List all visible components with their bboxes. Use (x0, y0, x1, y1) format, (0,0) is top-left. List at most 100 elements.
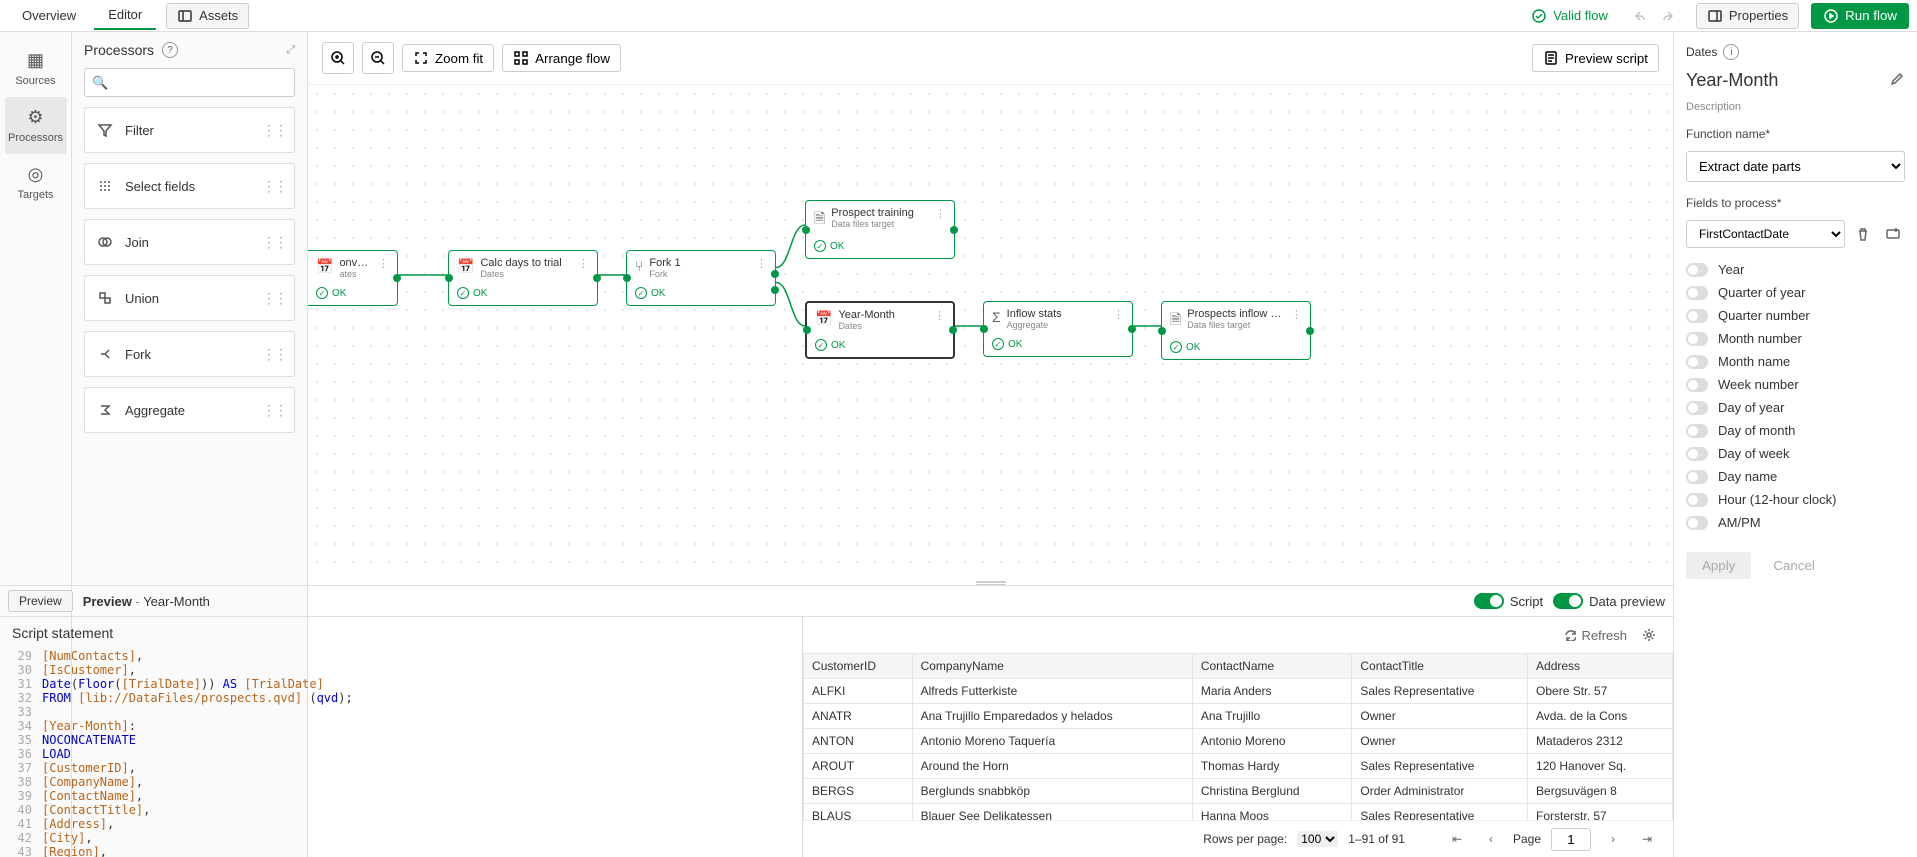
toggle-switch[interactable] (1686, 424, 1708, 438)
input-port[interactable] (803, 326, 811, 334)
node-calc[interactable]: 📅Calc days to trialDates⋮✓OK (448, 250, 598, 306)
code-editor[interactable]: 29 [NumContacts],30 [IsCustomer],31 Date… (0, 649, 802, 857)
apply-button[interactable]: Apply (1686, 552, 1751, 579)
option-day-of-week[interactable]: Day of week (1686, 442, 1905, 465)
toggle-switch[interactable] (1686, 286, 1708, 300)
next-page-button[interactable]: › (1601, 827, 1625, 851)
option-year[interactable]: Year (1686, 258, 1905, 281)
preview-chip[interactable]: Preview (8, 590, 73, 612)
option-month-number[interactable]: Month number (1686, 327, 1905, 350)
option-day-of-year[interactable]: Day of year (1686, 396, 1905, 419)
help-icon[interactable]: ? (162, 42, 178, 58)
toggle-switch[interactable] (1686, 447, 1708, 461)
input-port[interactable] (445, 274, 453, 282)
processor-filter[interactable]: Filter⋮⋮ (84, 107, 295, 153)
help-icon[interactable]: i (1723, 44, 1739, 60)
node-convert[interactable]: 📅onvert to datesates⋮✓OK (308, 250, 398, 306)
rail-processors[interactable]: ⚙ Processors (5, 97, 67, 154)
table-row[interactable]: AROUTAround the HornThomas HardySales Re… (804, 754, 1673, 779)
option-month-name[interactable]: Month name (1686, 350, 1905, 373)
input-port[interactable] (623, 274, 631, 282)
column-header[interactable]: Address (1528, 654, 1673, 679)
option-am-pm[interactable]: AM/PM (1686, 511, 1905, 534)
toggle-switch[interactable] (1686, 516, 1708, 530)
redo-button[interactable] (1656, 2, 1684, 30)
option-quarter-of-year[interactable]: Quarter of year (1686, 281, 1905, 304)
processor-aggregate[interactable]: Aggregate⋮⋮ (84, 387, 295, 433)
toggle-switch[interactable] (1686, 332, 1708, 346)
properties-button[interactable]: Properties (1696, 3, 1799, 29)
toggle-switch[interactable] (1686, 401, 1708, 415)
table-row[interactable]: ANTONAntonio Moreno TaqueríaAntonio More… (804, 729, 1673, 754)
processor-union[interactable]: Union⋮⋮ (84, 275, 295, 321)
preview-script-button[interactable]: Preview script (1532, 44, 1659, 72)
column-header[interactable]: ContactTitle (1352, 654, 1528, 679)
option-hour-12-hour-clock-[interactable]: Hour (12-hour clock) (1686, 488, 1905, 511)
node-inflow[interactable]: ΣInflow statsAggregate⋮✓OK (983, 301, 1133, 357)
output-port[interactable] (1128, 325, 1136, 333)
node-menu-button[interactable]: ⋮ (378, 257, 389, 270)
output-port[interactable] (949, 326, 957, 334)
node-menu-button[interactable]: ⋮ (578, 257, 589, 270)
table-settings-button[interactable] (1637, 623, 1661, 647)
rows-per-page-select[interactable]: 100 (1297, 831, 1338, 847)
toggle-switch[interactable] (1686, 493, 1708, 507)
table-row[interactable]: ANATRAna Trujillo Emparedados y heladosA… (804, 704, 1673, 729)
toggle-switch[interactable] (1686, 470, 1708, 484)
input-port[interactable] (802, 226, 810, 234)
tab-editor[interactable]: Editor (94, 1, 156, 30)
output-port[interactable] (1306, 327, 1314, 335)
node-prospect[interactable]: 🗎Prospect trainingData files target⋮✓OK (805, 200, 955, 259)
delete-field-button[interactable] (1851, 222, 1875, 246)
undo-button[interactable] (1624, 2, 1652, 30)
option-quarter-number[interactable]: Quarter number (1686, 304, 1905, 327)
toggle-switch[interactable] (1686, 355, 1708, 369)
node-menu-button[interactable]: ⋮ (934, 309, 945, 322)
output-port[interactable] (593, 274, 601, 282)
cancel-button[interactable]: Cancel (1761, 552, 1827, 579)
assets-button[interactable]: Assets (166, 3, 249, 29)
toggle-switch[interactable] (1686, 263, 1708, 277)
processor-join[interactable]: Join⋮⋮ (84, 219, 295, 265)
processor-select[interactable]: Select fields⋮⋮ (84, 163, 295, 209)
output-port-1[interactable] (771, 270, 779, 278)
script-toggle[interactable]: Script (1474, 593, 1543, 609)
page-input[interactable] (1551, 828, 1591, 851)
edit-title-button[interactable] (1889, 71, 1905, 90)
data-preview-toggle[interactable]: Data preview (1553, 593, 1665, 609)
tab-overview[interactable]: Overview (8, 2, 90, 29)
column-header[interactable]: ContactName (1192, 654, 1352, 679)
first-page-button[interactable]: ⇤ (1445, 827, 1469, 851)
rail-targets[interactable]: ◎ Targets (5, 154, 67, 211)
output-port[interactable] (393, 274, 401, 282)
prev-page-button[interactable]: ‹ (1479, 827, 1503, 851)
run-flow-button[interactable]: Run flow (1811, 3, 1909, 29)
node-menu-button[interactable]: ⋮ (935, 207, 946, 220)
field-select[interactable]: FirstContactDate (1686, 220, 1845, 248)
collapse-icon[interactable]: ⤢ (286, 44, 295, 57)
add-field-button[interactable] (1881, 222, 1905, 246)
table-row[interactable]: ALFKIAlfreds FutterkisteMaria AndersSale… (804, 679, 1673, 704)
processor-fork[interactable]: Fork⋮⋮ (84, 331, 295, 377)
zoom-in-button[interactable] (322, 42, 354, 74)
zoom-fit-button[interactable]: Zoom fit (402, 44, 494, 72)
node-yearmonth[interactable]: 📅Year-MonthDates⋮✓OK (805, 301, 955, 359)
table-row[interactable]: BLAUSBlauer See DelikatessenHanna MoosSa… (804, 804, 1673, 821)
option-day-of-month[interactable]: Day of month (1686, 419, 1905, 442)
toggle-switch[interactable] (1686, 378, 1708, 392)
column-header[interactable]: CustomerID (804, 654, 913, 679)
node-menu-button[interactable]: ⋮ (1291, 308, 1302, 321)
function-name-select[interactable]: Extract date parts (1686, 151, 1905, 182)
input-port[interactable] (1158, 327, 1166, 335)
column-header[interactable]: CompanyName (912, 654, 1192, 679)
table-row[interactable]: BERGSBerglunds snabbköpChristina Berglun… (804, 779, 1673, 804)
processor-search-input[interactable] (84, 68, 295, 97)
flow-canvas[interactable]: 📅onvert to datesates⋮✓OK 📅Calc days to tr… (308, 85, 1673, 579)
node-prospects_stat[interactable]: 🗎Prospects inflow statData files target⋮… (1161, 301, 1311, 360)
refresh-button[interactable]: Refresh (1564, 628, 1627, 643)
output-port-2[interactable] (771, 286, 779, 294)
toggle-switch[interactable] (1686, 309, 1708, 323)
node-menu-button[interactable]: ⋮ (1113, 308, 1124, 321)
node-menu-button[interactable]: ⋮ (756, 257, 767, 270)
option-day-name[interactable]: Day name (1686, 465, 1905, 488)
